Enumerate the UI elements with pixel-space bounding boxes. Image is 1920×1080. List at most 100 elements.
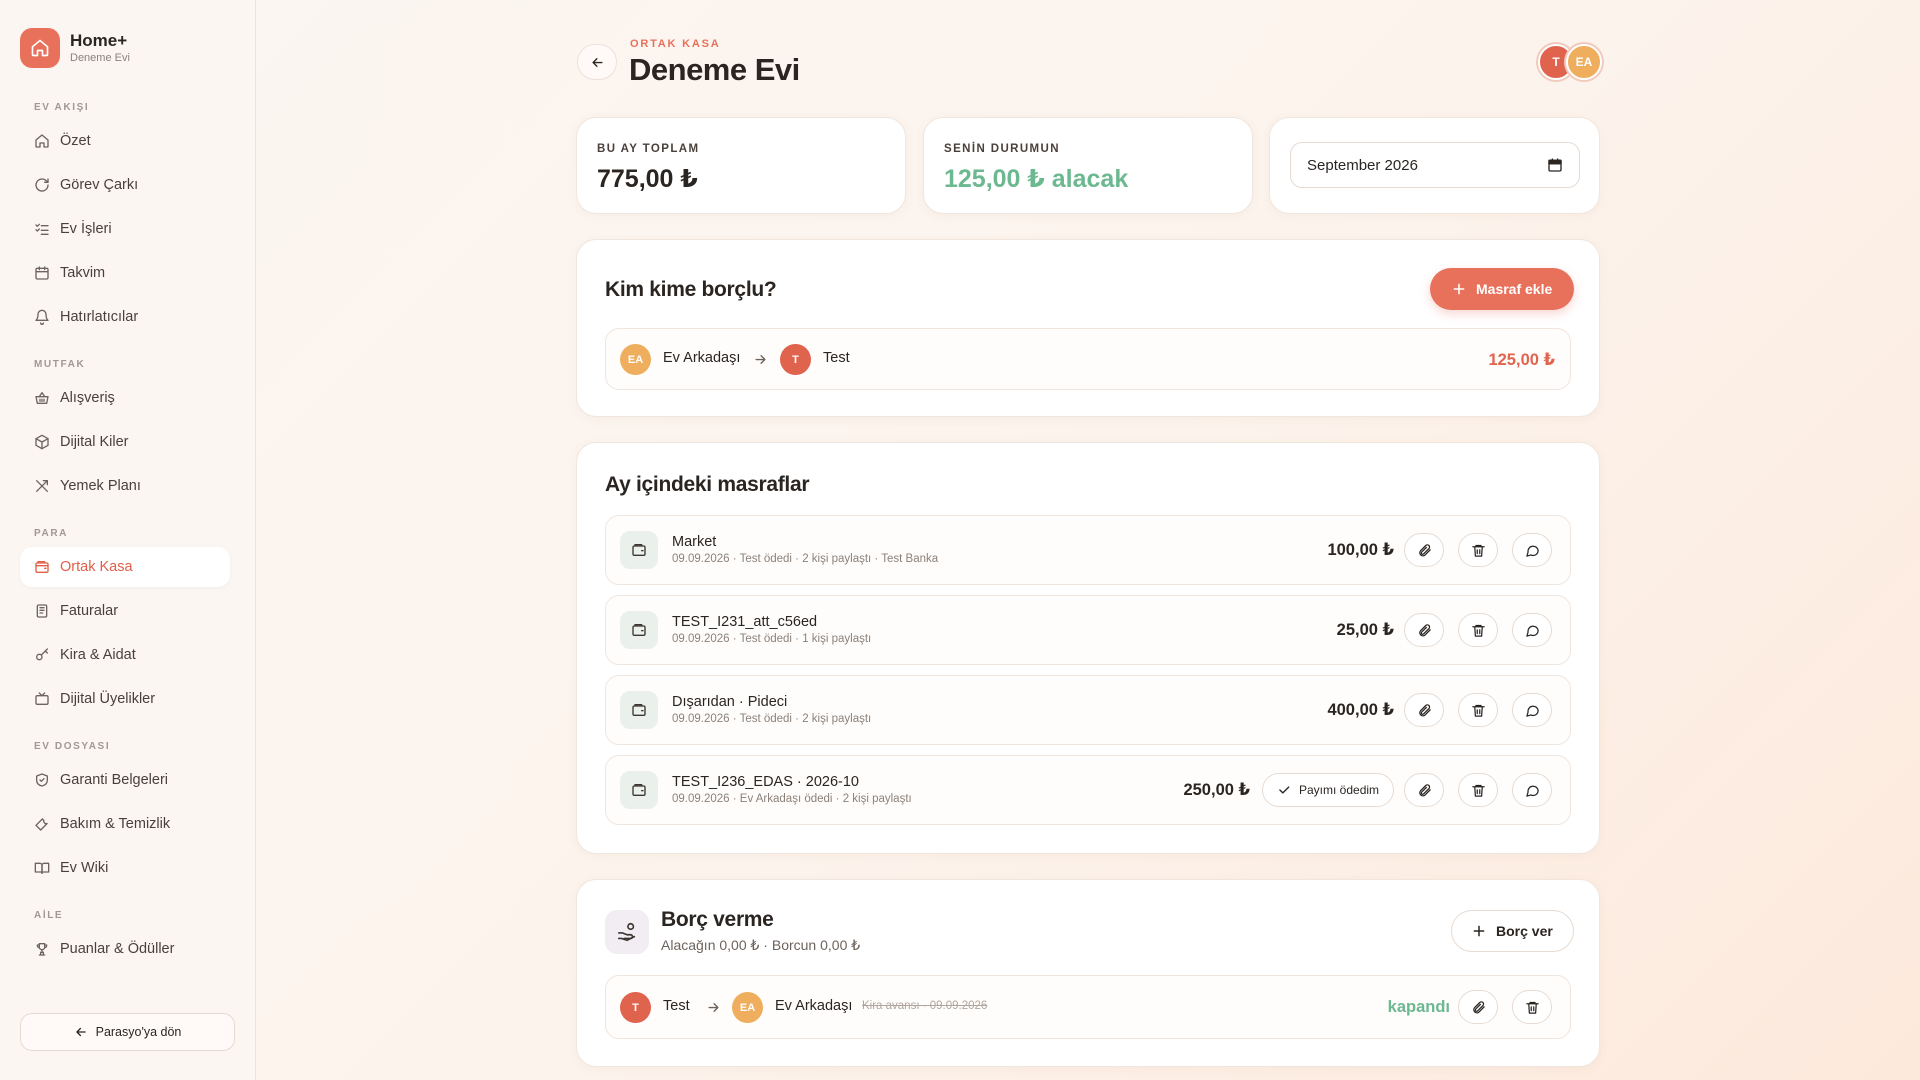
calendar-icon[interactable] bbox=[1547, 157, 1563, 173]
debt-amount: 125,00 ₺ bbox=[1488, 351, 1555, 369]
wrench-icon bbox=[34, 816, 50, 832]
sidebar-item-dijital-uyelikler[interactable]: Dijital Üyelikler bbox=[20, 679, 230, 719]
pay-my-share-label: Payımı ödedim bbox=[1299, 783, 1380, 797]
box-icon bbox=[34, 434, 50, 450]
comment-button[interactable] bbox=[1512, 533, 1552, 567]
sidebar-item-puanlar-oduller[interactable]: Puanlar & Ödüller bbox=[20, 929, 230, 969]
sidebar-item-faturalar[interactable]: Faturalar bbox=[20, 591, 230, 631]
comment-button[interactable] bbox=[1512, 773, 1552, 807]
home-logo-icon bbox=[20, 28, 60, 68]
avatar: T bbox=[620, 992, 651, 1023]
avatar[interactable]: EA bbox=[1566, 44, 1602, 80]
sidebar-item-bakim-temizlik[interactable]: Bakım & Temizlik bbox=[20, 804, 230, 844]
home-icon bbox=[34, 133, 50, 149]
calendar-icon bbox=[34, 265, 50, 281]
sidebar-item-ev-wiki[interactable]: Ev Wiki bbox=[20, 848, 230, 888]
expense-amount: 25,00 ₺ bbox=[1336, 621, 1394, 639]
expenses-title: Ay içindeki masraflar bbox=[605, 473, 810, 496]
loans-summary: Alacağın 0,00 ₺ · Borcun 0,00 ₺ bbox=[661, 937, 861, 953]
expense-row[interactable]: Market 09.09.2026 · Test ödedi · 2 kişi … bbox=[605, 515, 1571, 585]
sidebar-item-label: Ev İşleri bbox=[60, 221, 112, 237]
sidebar-item-label: Ev Wiki bbox=[60, 860, 109, 876]
lender-name: Test bbox=[663, 998, 690, 1014]
book-icon bbox=[34, 860, 50, 876]
debts-card: Kim kime borçlu? Masraf ekle EA Ev Arkad… bbox=[576, 239, 1600, 417]
sidebar-item-gorev-carki[interactable]: Görev Çarkı bbox=[20, 165, 230, 205]
delete-button[interactable] bbox=[1458, 613, 1498, 647]
delete-button[interactable] bbox=[1458, 773, 1498, 807]
delete-button[interactable] bbox=[1458, 533, 1498, 567]
creditor-name: Test bbox=[823, 350, 850, 366]
my-status-value: 125,00 ₺ alacak bbox=[944, 165, 1129, 193]
attach-button[interactable] bbox=[1404, 613, 1444, 647]
expense-row[interactable]: Dışarıdan · Pideci 09.09.2026 · Test öde… bbox=[605, 675, 1571, 745]
comment-button[interactable] bbox=[1512, 693, 1552, 727]
add-expense-button[interactable]: Masraf ekle bbox=[1430, 268, 1575, 310]
attach-button[interactable] bbox=[1404, 773, 1444, 807]
expense-meta: 09.09.2026 · Test ödedi · 2 kişi paylaşt… bbox=[672, 713, 872, 725]
sidebar-item-label: Takvim bbox=[60, 265, 106, 281]
pay-my-share-button[interactable]: Payımı ödedim bbox=[1262, 773, 1395, 807]
trophy-icon bbox=[34, 941, 50, 957]
comment-icon bbox=[1525, 705, 1539, 717]
sidebar-item-ozet[interactable]: Özet bbox=[20, 121, 230, 161]
trash-icon bbox=[1471, 784, 1485, 797]
header-back-button[interactable] bbox=[577, 44, 617, 80]
give-loan-button[interactable]: Borç ver bbox=[1451, 910, 1574, 952]
sidebar-item-alisveris[interactable]: Alışveriş bbox=[20, 378, 230, 418]
wallet-icon bbox=[34, 559, 50, 575]
delete-button[interactable] bbox=[1512, 990, 1552, 1024]
expense-title: TEST_I231_att_c56ed bbox=[672, 614, 818, 630]
member-avatars[interactable]: T EA bbox=[1538, 44, 1602, 80]
loan-note: Kira avansı · 09.09.2026 bbox=[862, 1000, 988, 1012]
back-to-parasyo-button[interactable]: Parasyo'ya dön bbox=[20, 1013, 235, 1051]
page-eyebrow: ORTAK KASA bbox=[630, 38, 721, 50]
loan-row: T Test EA Ev Arkadaşı Kira avansı · 09.0… bbox=[605, 975, 1571, 1039]
paperclip-icon bbox=[1418, 543, 1431, 556]
expense-row[interactable]: TEST_I236_EDAS · 2026-10 09.09.2026 · Ev… bbox=[605, 755, 1571, 825]
brand-title: Home+ bbox=[70, 31, 128, 50]
plus-icon bbox=[1453, 283, 1465, 295]
sidebar-item-garanti-belgeleri[interactable]: Garanti Belgeleri bbox=[20, 760, 230, 800]
wallet-icon bbox=[620, 771, 658, 809]
sidebar-item-label: Dijital Üyelikler bbox=[60, 691, 156, 707]
brand[interactable]: Home+ Deneme Evi bbox=[20, 28, 130, 68]
expense-amount: 400,00 ₺ bbox=[1327, 701, 1394, 719]
trash-icon bbox=[1525, 1001, 1539, 1014]
sidebar-item-takvim[interactable]: Takvim bbox=[20, 253, 230, 293]
sidebar-item-dijital-kiler[interactable]: Dijital Kiler bbox=[20, 422, 230, 462]
loan-status: kapandı bbox=[1387, 998, 1450, 1016]
expense-meta: 09.09.2026 · Test ödedi · 2 kişi paylaşt… bbox=[672, 553, 939, 565]
comment-button[interactable] bbox=[1512, 613, 1552, 647]
attach-button[interactable] bbox=[1458, 990, 1498, 1024]
paperclip-icon bbox=[1472, 1000, 1485, 1013]
nav-section-aile: AİLE bbox=[34, 910, 64, 921]
sidebar-item-yemek-plani[interactable]: Yemek Planı bbox=[20, 466, 230, 506]
avatar: EA bbox=[620, 344, 651, 375]
loans-title: Borç verme bbox=[661, 908, 774, 931]
trash-icon bbox=[1471, 704, 1485, 717]
expense-row[interactable]: TEST_I231_att_c56ed 09.09.2026 · Test öd… bbox=[605, 595, 1571, 665]
sidebar-item-kira-aidat[interactable]: Kira & Aidat bbox=[20, 635, 230, 675]
sidebar-item-label: Yemek Planı bbox=[60, 478, 141, 494]
sidebar-item-ortak-kasa[interactable]: Ortak Kasa bbox=[20, 547, 230, 587]
expense-amount: 250,00 ₺ bbox=[1183, 781, 1250, 799]
hand-coins-icon bbox=[605, 910, 649, 954]
sidebar-item-ev-isleri[interactable]: Ev İşleri bbox=[20, 209, 230, 249]
basket-icon bbox=[34, 390, 50, 406]
trash-icon bbox=[1471, 624, 1485, 637]
receipt-icon bbox=[34, 603, 50, 619]
sidebar-item-hatirlaticilar[interactable]: Hatırlatıcılar bbox=[20, 297, 230, 337]
attach-button[interactable] bbox=[1404, 533, 1444, 567]
expense-title: Dışarıdan · Pideci bbox=[672, 694, 788, 710]
month-picker-value: September 2026 bbox=[1307, 156, 1418, 174]
sidebar-item-label: Ortak Kasa bbox=[60, 559, 133, 575]
attach-button[interactable] bbox=[1404, 693, 1444, 727]
paperclip-icon bbox=[1418, 783, 1431, 796]
nav-section-mutfak: MUTFAK bbox=[34, 359, 86, 370]
delete-button[interactable] bbox=[1458, 693, 1498, 727]
month-total-card: BU AY TOPLAM 775,00 ₺ bbox=[576, 117, 906, 214]
expense-meta: 09.09.2026 · Test ödedi · 1 kişi paylaşt… bbox=[672, 633, 872, 645]
month-picker-input[interactable]: September 2026 bbox=[1290, 142, 1580, 188]
sidebar-item-label: Özet bbox=[60, 133, 91, 149]
